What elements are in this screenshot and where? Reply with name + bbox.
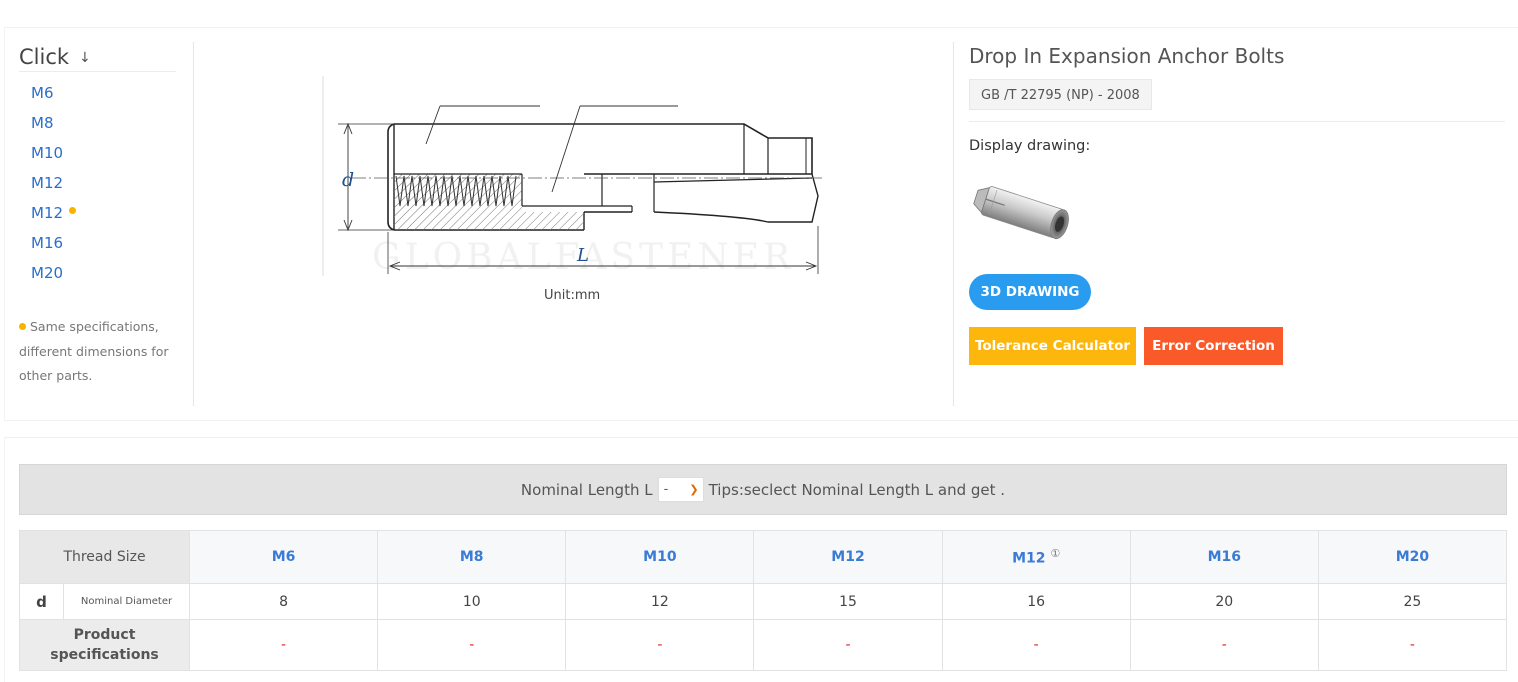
variant-note: Same specifications, different dimension… [19, 315, 179, 389]
dimension-L-label: L [576, 245, 589, 266]
chevron-down-icon: ❯ [689, 483, 699, 496]
table-cell: - [565, 619, 755, 671]
variant-dot-icon [19, 323, 26, 330]
param-name: Nominal Diameter [62, 583, 191, 620]
column-header-m10[interactable]: M10 [565, 530, 755, 584]
size-item-label: M20 [31, 264, 64, 282]
size-item-label: M8 [31, 114, 54, 132]
column-header-m12[interactable]: M12 [753, 530, 943, 584]
unit-label: Unit:mm [544, 288, 601, 303]
size-item-label: M16 [31, 234, 64, 252]
sidebar-title-text: Click [19, 44, 70, 69]
table-cell: - [1317, 619, 1508, 671]
size-item-m6[interactable]: M6 [19, 78, 176, 108]
display-drawing-label: Display drawing: [969, 138, 1091, 154]
length-filter-tip: Tips:seclect Nominal Length L and get . [708, 480, 1006, 499]
dimension-d-label: d [342, 169, 354, 191]
size-item-label: M10 [31, 144, 64, 162]
table-cell: 10 [377, 583, 567, 620]
product-title: Drop In Expansion Anchor Bolts [969, 44, 1285, 68]
table-cell: - [941, 619, 1131, 671]
size-item-label: M12 [31, 174, 64, 192]
table-cell: - [377, 619, 567, 671]
thread-size-header: Thread Size [18, 530, 191, 584]
variant-dot-icon [69, 206, 77, 214]
footnote-marker: ① [1050, 547, 1061, 561]
standard-badge: GB /T 22795 (NP) - 2008 [969, 79, 1152, 110]
product-specifications-label: Product specifications [18, 619, 191, 671]
column-header-m12-alt[interactable]: M12 ① [941, 530, 1131, 584]
length-filter-label: Nominal Length L [520, 480, 653, 499]
sidebar-title: Click ↓ [19, 42, 176, 72]
product-panel: Drop In Expansion Anchor Bolts GB /T 227… [969, 42, 1505, 365]
arrow-down-icon: ↓ [79, 49, 91, 66]
divider [953, 42, 954, 406]
table-cell: - [753, 619, 943, 671]
param-symbol: d [19, 583, 64, 620]
size-item-m10[interactable]: M10 [19, 138, 176, 168]
table-cell: 25 [1317, 583, 1508, 620]
tolerance-calculator-button[interactable]: Tolerance Calculator [969, 327, 1136, 365]
spec-table: Thread Size M6 M8 M10 M12 M12 ① M16 M20 … [18, 530, 1508, 671]
size-item-label: M6 [31, 84, 54, 102]
table-row: d Nominal Diameter 8 10 12 15 16 20 25 [19, 583, 1508, 620]
variant-note-text: Same specifications, different dimension… [19, 319, 169, 383]
size-item-m12[interactable]: M12 [19, 168, 176, 198]
divider [969, 121, 1505, 122]
column-header-m8[interactable]: M8 [377, 530, 567, 584]
size-sidebar: Click ↓ M6 M8 M10 M12 M12 M16 M20 Same s… [19, 42, 176, 389]
column-header-m20[interactable]: M20 [1317, 530, 1508, 584]
column-header-m6[interactable]: M6 [189, 530, 379, 584]
table-cell: 12 [565, 583, 755, 620]
table-cell: - [189, 619, 379, 671]
column-header-m16[interactable]: M16 [1129, 530, 1319, 584]
anchor-bolt-thumbnail[interactable] [969, 176, 1081, 252]
table-cell: 16 [941, 583, 1131, 620]
anchor-technical-drawing: GLOBALFASTENER d L [322, 76, 822, 276]
table-row: Product specifications - - - - - - - [18, 619, 1508, 671]
column-header-label: M12 [1012, 550, 1046, 567]
3d-drawing-button[interactable]: 3D DRAWING [969, 274, 1091, 310]
size-item-m12-alt[interactable]: M12 [19, 198, 176, 228]
divider [193, 42, 194, 406]
table-cell: 15 [753, 583, 943, 620]
size-item-m20[interactable]: M20 [19, 258, 176, 288]
table-header-row: Thread Size M6 M8 M10 M12 M12 ① M16 M20 [18, 530, 1508, 584]
length-filter-bar: Nominal Length L - ❯ Tips:seclect Nomina… [19, 464, 1507, 515]
error-correction-button[interactable]: Error Correction [1144, 327, 1283, 365]
table-cell: - [1129, 619, 1319, 671]
nominal-length-value: - [663, 482, 669, 497]
size-item-m16[interactable]: M16 [19, 228, 176, 258]
table-cell: 20 [1129, 583, 1319, 620]
size-list: M6 M8 M10 M12 M12 M16 M20 [19, 78, 176, 288]
size-item-label: M12 [31, 204, 64, 222]
action-buttons: Tolerance Calculator Error Correction [969, 327, 1505, 365]
nominal-length-select[interactable]: - ❯ [657, 477, 704, 502]
table-cell: 8 [189, 583, 379, 620]
size-item-m8[interactable]: M8 [19, 108, 176, 138]
